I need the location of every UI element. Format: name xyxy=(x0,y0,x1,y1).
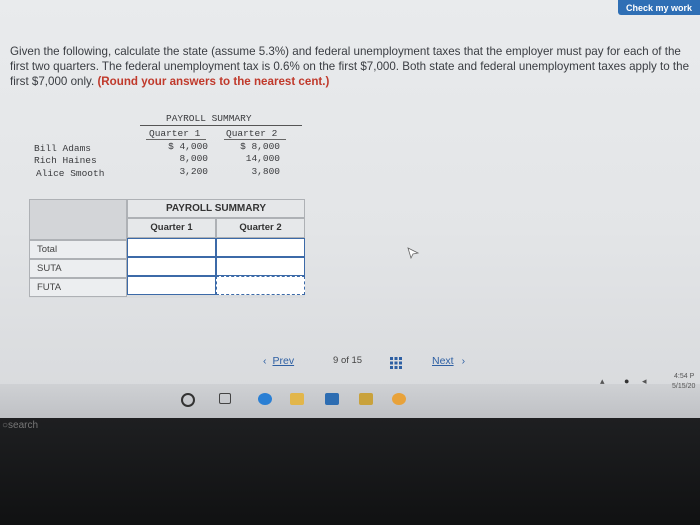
employee-q1: 3,200 xyxy=(179,166,208,177)
task-view-icon[interactable] xyxy=(219,393,231,404)
grid-icon[interactable] xyxy=(390,357,402,369)
store-icon[interactable] xyxy=(359,393,373,405)
employee-name: Rich Haines xyxy=(34,155,97,166)
prev-link[interactable]: ‹ Prev xyxy=(263,355,294,367)
row-label-total: Total xyxy=(29,240,127,259)
page-counter: 9 of 15 xyxy=(333,355,362,366)
row-label-suta: SUTA xyxy=(29,259,127,278)
employee-q2: 14,000 xyxy=(245,153,280,164)
search-label: search xyxy=(8,420,39,431)
total-q2-input[interactable] xyxy=(216,238,305,257)
given-col1-rule xyxy=(146,139,206,140)
answer-col-quarter1: Quarter 1 xyxy=(127,218,216,238)
suta-q2-input[interactable] xyxy=(216,257,305,276)
windows-taskbar xyxy=(0,384,700,418)
network-icon[interactable]: ● xyxy=(624,376,629,386)
given-col-quarter1: Quarter 1 xyxy=(149,128,201,139)
employee-name: Alice Smooth xyxy=(36,168,105,179)
given-summary-title: PAYROLL SUMMARY xyxy=(166,113,252,124)
row-label-futa: FUTA xyxy=(29,278,127,297)
chevron-right-icon: › xyxy=(461,355,466,367)
suta-q1-input[interactable] xyxy=(127,257,216,276)
answer-table-header: PAYROLL SUMMARY xyxy=(127,199,305,218)
file-explorer-icon[interactable] xyxy=(290,393,304,405)
answer-table-title: PAYROLL SUMMARY xyxy=(165,203,266,214)
employee-name: Bill Adams xyxy=(34,143,92,154)
clock-time: 4:54 P xyxy=(674,373,695,380)
employee-q2: 3,800 xyxy=(251,166,280,177)
mail-icon[interactable] xyxy=(325,393,339,405)
total-pages: 15 xyxy=(351,355,363,366)
chevron-left-icon: ‹ xyxy=(263,355,267,367)
employee-q1: 8,000 xyxy=(179,153,208,164)
answer-table-corner xyxy=(29,199,127,240)
given-summary-rule xyxy=(140,125,302,126)
taskbar-search[interactable]: ○search xyxy=(2,420,38,431)
laptop-bezel xyxy=(0,418,700,525)
futa-q1-input[interactable] xyxy=(127,276,216,295)
answer-table: PAYROLL SUMMARY Quarter 1 Quarter 2 Tota… xyxy=(29,199,305,298)
edge-icon[interactable] xyxy=(258,393,272,405)
next-link[interactable]: Next › xyxy=(432,355,465,367)
next-label: Next xyxy=(432,355,454,367)
futa-q2-input[interactable] xyxy=(216,276,305,295)
clock-date: 5/15/20 xyxy=(672,383,696,390)
volume-icon[interactable]: ◂ xyxy=(642,376,647,387)
chrome-icon[interactable] xyxy=(392,393,406,405)
check-my-work-button[interactable]: Check my work xyxy=(618,0,700,15)
cortana-icon[interactable] xyxy=(181,393,195,407)
question-rounding-note: (Round your answers to the nearest cent.… xyxy=(97,75,330,88)
prev-label: Prev xyxy=(272,355,295,367)
mouse-cursor-icon xyxy=(407,247,420,259)
given-col-quarter2: Quarter 2 xyxy=(226,128,278,139)
question-text: Given the following, calculate the state… xyxy=(10,44,695,89)
browser-screen: Check my work Given the following, calcu… xyxy=(0,0,700,418)
current-page: 9 xyxy=(333,355,339,366)
total-q1-input[interactable] xyxy=(127,238,216,257)
answer-col-quarter2: Quarter 2 xyxy=(216,218,305,238)
tray-arrow-icon[interactable]: ▴ xyxy=(600,376,605,387)
employee-q1: $ 4,000 xyxy=(168,141,208,152)
employee-q2: $ 8,000 xyxy=(240,141,280,152)
of-label: of xyxy=(340,355,349,366)
given-col2-rule xyxy=(224,139,286,140)
